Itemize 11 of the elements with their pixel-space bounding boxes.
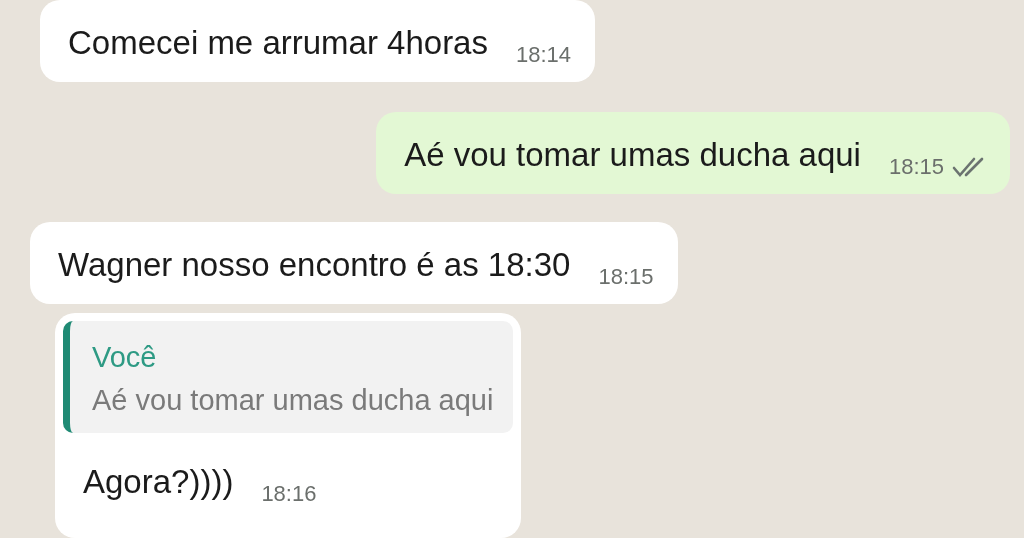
quote-text: Aé vou tomar umas ducha aqui xyxy=(92,383,494,418)
message-text: Wagner nosso encontro é as 18:30 xyxy=(58,245,571,285)
message-text: Aé vou tomar umas ducha aqui xyxy=(404,135,861,175)
message-time: 18:15 xyxy=(598,264,654,290)
quoted-message[interactable]: Você Aé vou tomar umas ducha aqui xyxy=(63,321,514,433)
message-text: Agora?)))) xyxy=(83,462,234,502)
message-time: 18:14 xyxy=(516,42,572,68)
message-time: 18:15 xyxy=(888,154,944,180)
message-text: Comecei me arrumar 4horas xyxy=(68,23,488,63)
message-time: 18:16 xyxy=(261,481,317,507)
quote-author: Você xyxy=(92,340,158,375)
